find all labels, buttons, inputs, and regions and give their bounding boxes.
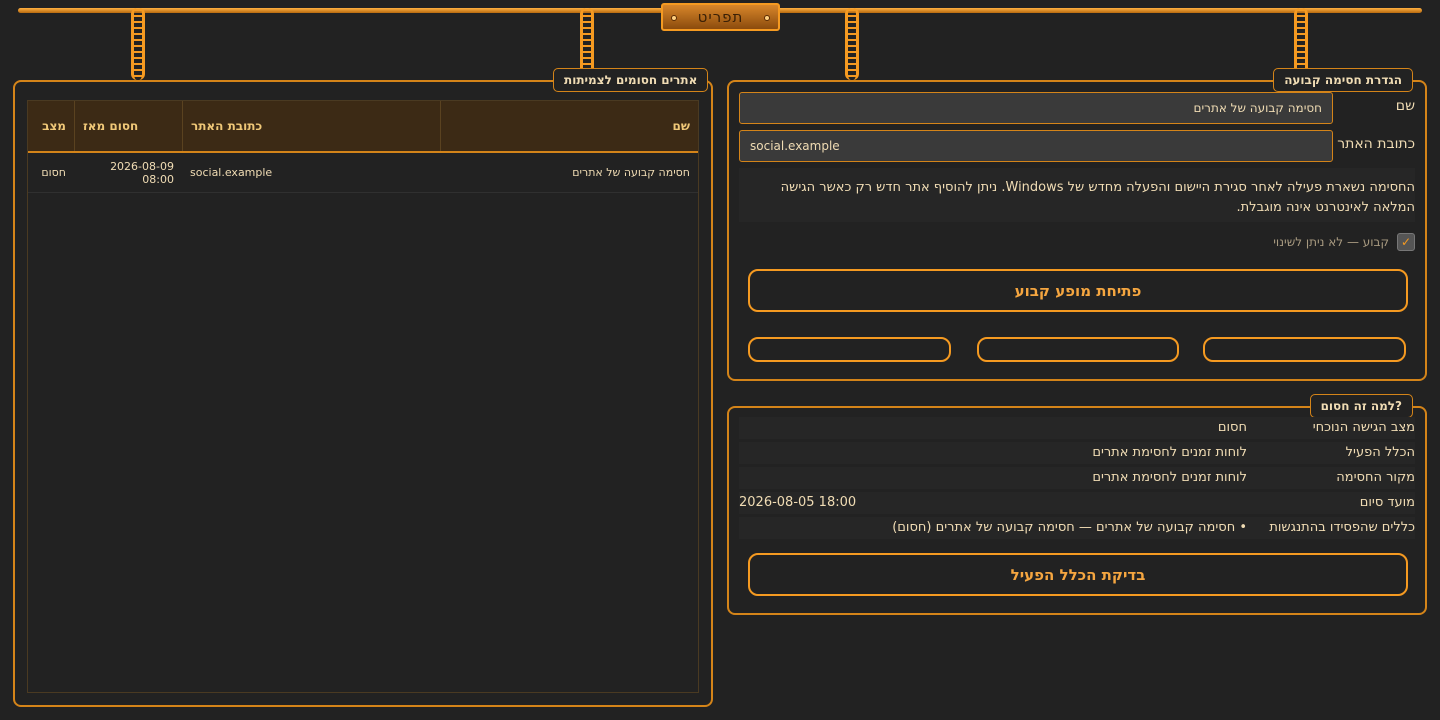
url-label: כתובת האתר xyxy=(1337,136,1415,152)
menu-button[interactable]: תפריט xyxy=(661,3,780,31)
table-row[interactable]: חסימה קבועה של אתרים social.example 2026… xyxy=(28,153,698,193)
name-input[interactable] xyxy=(739,92,1333,124)
info-row-current-status: מצב הגישה הנוכחי חסום xyxy=(739,417,1415,439)
name-field-row: שם xyxy=(739,92,1415,124)
cell-since: 2026-08-09 08:00 xyxy=(110,159,174,186)
column-header-since[interactable]: חסום מאז xyxy=(74,101,182,151)
conflict-rules-key: כללים שהפסידו בהתנגשות xyxy=(1269,520,1415,535)
end-time-key: מועד סיום xyxy=(1359,495,1415,510)
checkmark-icon[interactable]: ✓ xyxy=(1397,233,1415,251)
blocked-sites-panel: אתרים חסומים לצמיתות שם כתובת האתר חסום … xyxy=(13,68,713,707)
current-status-key: מצב הגישה הנוכחי xyxy=(1312,420,1415,435)
blocked-sites-title: אתרים חסומים לצמיתות xyxy=(553,68,709,92)
info-row-active-rule: הכלל הפעיל לוחות זמנים לחסימת אתרים xyxy=(739,442,1415,464)
open-permanent-instance-button[interactable]: פתיחת מופע קבוע xyxy=(748,269,1408,312)
why-blocked-panel: ?למה זה חסום מצב הגישה הנוכחי חסום הכלל … xyxy=(727,394,1427,615)
current-status-value: חסום xyxy=(1217,420,1247,435)
cell-status: חסום xyxy=(41,166,66,179)
block-source-key: מקור החסימה xyxy=(1336,470,1415,485)
permanent-label: קבוע — לא ניתן לשינוי xyxy=(1273,235,1389,249)
chain-decoration xyxy=(131,8,145,80)
block-source-value: לוחות זמנים לחסימת אתרים xyxy=(1092,470,1247,485)
column-header-status[interactable]: מצב xyxy=(28,101,74,151)
menu-label: תפריט xyxy=(697,8,744,26)
bolt-icon xyxy=(671,15,677,21)
active-rule-key: הכלל הפעיל xyxy=(1345,445,1415,460)
action-button-1[interactable] xyxy=(1203,337,1406,362)
info-row-conflict-rules: כללים שהפסידו בהתנגשות • חסימה קבועה של … xyxy=(739,517,1415,539)
table-header: שם כתובת האתר חסום מאז מצב xyxy=(28,101,698,153)
permanence-notice: החסימה נשארת פעילה לאחר סגירת היישום והפ… xyxy=(739,168,1415,222)
permanent-checkbox-row[interactable]: ✓ קבוע — לא ניתן לשינוי xyxy=(1273,232,1415,252)
check-active-rule-button[interactable]: בדיקת הכלל הפעיל xyxy=(748,553,1408,596)
permanent-block-panel: הגדרת חסימה קבועה שם כתובת האתר החסימה נ… xyxy=(727,68,1427,381)
column-header-url[interactable]: כתובת האתר xyxy=(182,101,440,151)
permanent-block-title: הגדרת חסימה קבועה xyxy=(1273,68,1413,92)
bolt-icon xyxy=(764,15,770,21)
url-input[interactable] xyxy=(739,130,1333,162)
end-time-value: 2026-08-05 18:00 xyxy=(739,495,857,510)
cell-url: social.example xyxy=(190,166,273,179)
info-row-end-time: מועד סיום 2026-08-05 18:00 xyxy=(739,492,1415,514)
conflict-rules-value: • חסימה קבועה של אתרים — חסימה קבועה של … xyxy=(892,520,1247,535)
chain-decoration xyxy=(845,8,859,80)
blocked-sites-table: שם כתובת האתר חסום מאז מצב חסימה קבועה ש… xyxy=(27,100,699,693)
action-button-3[interactable] xyxy=(748,337,951,362)
info-row-block-source: מקור החסימה לוחות זמנים לחסימת אתרים xyxy=(739,467,1415,489)
url-field-row: כתובת האתר xyxy=(739,130,1415,162)
action-button-2[interactable] xyxy=(977,337,1179,362)
cell-name: חסימה קבועה של אתרים xyxy=(572,166,690,179)
active-rule-value: לוחות זמנים לחסימת אתרים xyxy=(1092,445,1247,460)
column-header-name[interactable]: שם xyxy=(440,101,698,151)
name-label: שם xyxy=(1395,98,1415,114)
why-blocked-title: ?למה זה חסום xyxy=(1309,394,1413,418)
